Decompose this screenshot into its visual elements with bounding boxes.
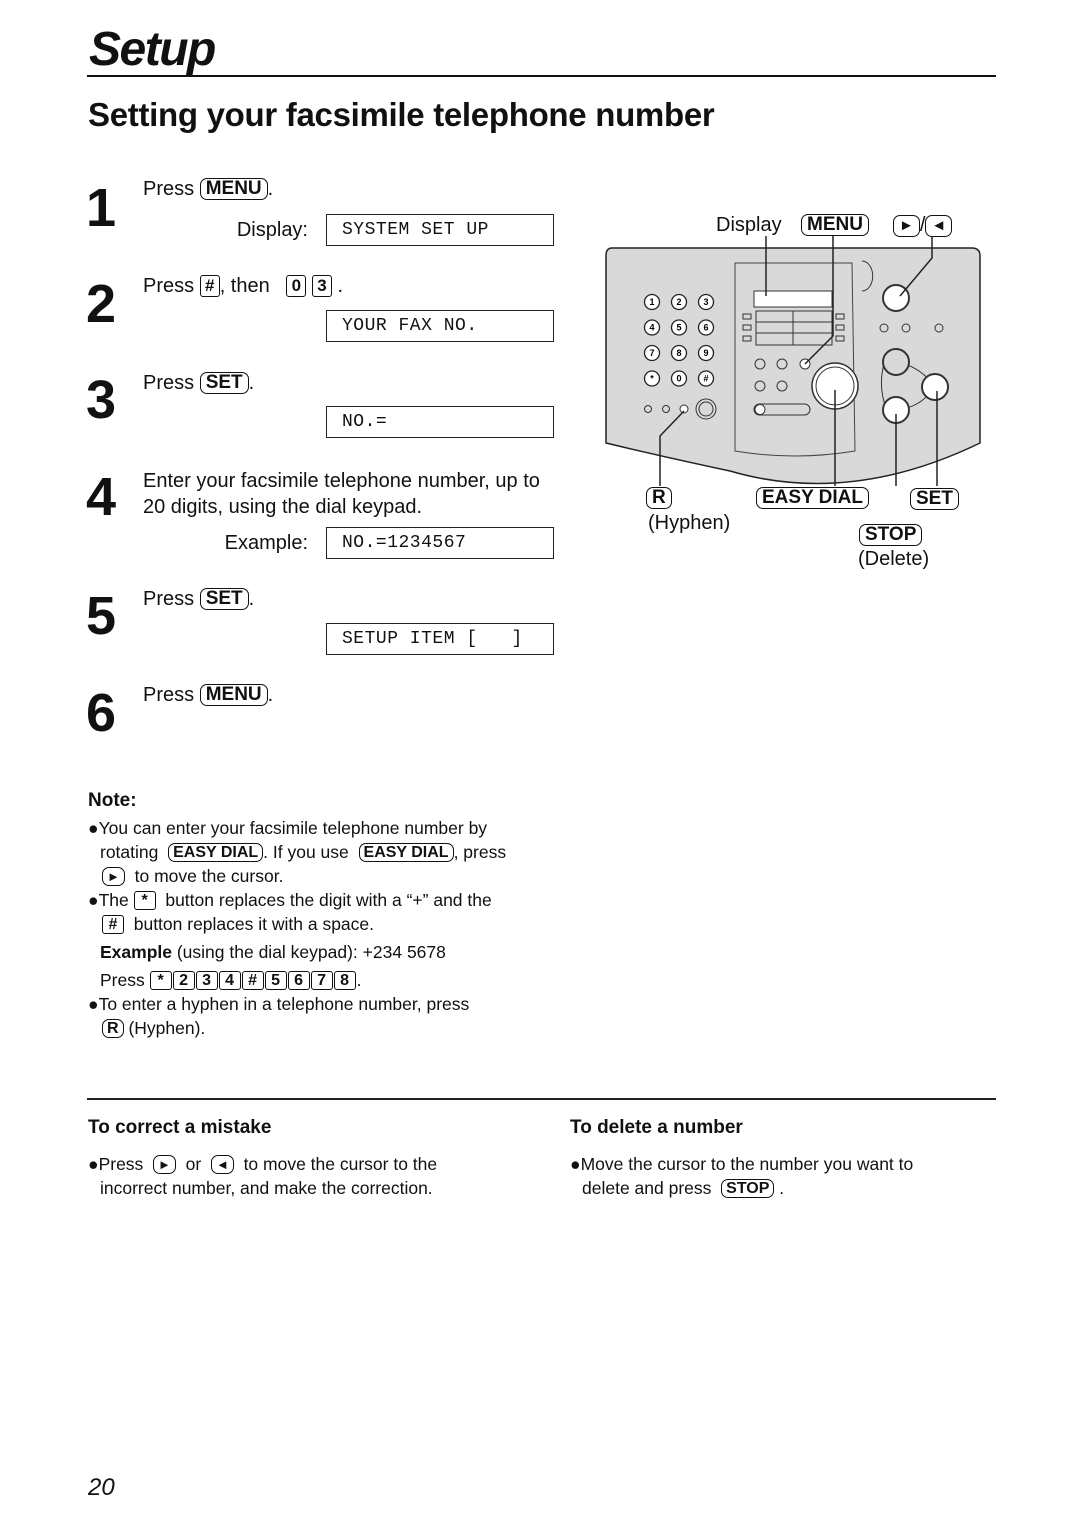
- lcd-display: YOUR FAX NO.: [326, 310, 554, 342]
- correct-mistake-body: ●Press ► or ◄ to move the cursor to the …: [88, 1154, 438, 1198]
- set-key: SET: [910, 488, 959, 510]
- keypad-key-label: 4: [649, 323, 654, 333]
- step-number: 4: [86, 467, 117, 527]
- example-key-8: 8: [333, 971, 356, 990]
- step-instruction: Press SET.: [143, 372, 255, 394]
- example-key-5: 5: [264, 971, 287, 990]
- example-key-sequence: Press * 2 3 4 #5 6 7 8.: [100, 970, 362, 990]
- keypad-key-label: #: [703, 374, 708, 384]
- menu-key: MENU: [801, 214, 869, 236]
- step-number: 5: [86, 586, 117, 646]
- example-key-4: #: [241, 971, 264, 990]
- digit-0-key: 0: [286, 275, 307, 297]
- menu-key: MENU: [199, 684, 268, 706]
- note-bullet: ●The * button replaces the digit with a …: [88, 890, 492, 910]
- star-key: *: [133, 891, 156, 910]
- step-instruction: Press SET.: [143, 588, 255, 610]
- r-key: R: [646, 487, 672, 509]
- example-label: Example:: [224, 532, 308, 554]
- example-key-1: 2: [172, 971, 195, 990]
- easy-dial-key: EASY DIAL: [358, 843, 454, 862]
- stop-key: STOP: [859, 524, 923, 546]
- step-number: 6: [86, 683, 117, 743]
- lcd-display: NO.=: [326, 406, 554, 438]
- example-key-3: 4: [218, 971, 241, 990]
- delete-number-heading: To delete a number: [570, 1117, 743, 1138]
- display-label: Display:: [236, 219, 308, 241]
- left-arrow-key: ◄: [210, 1155, 234, 1174]
- step-instruction: Press MENU.: [143, 178, 274, 200]
- stop-key: STOP: [721, 1179, 775, 1198]
- right-arrow-key: ►: [153, 1155, 176, 1174]
- hash-key: #: [199, 275, 220, 297]
- example-key-6: 6: [287, 971, 310, 990]
- keypad-key-label: 0: [676, 374, 681, 384]
- header-rule: [87, 75, 996, 77]
- keypad-key-label: 2: [676, 297, 681, 307]
- keypad-key-label: 7: [649, 348, 654, 358]
- lcd-display: SETUP ITEM [ ]: [326, 623, 554, 655]
- r-key: R: [102, 1019, 124, 1038]
- keypad-key-label: 8: [676, 348, 681, 358]
- page-title: Setting your facsimile telephone number: [88, 96, 715, 133]
- left-arrow-key: ◄: [925, 215, 953, 237]
- hyphen-label: (Hyphen): [648, 512, 731, 534]
- note-heading: Note:: [88, 790, 137, 811]
- lcd-display: NO.=1234567: [326, 527, 554, 559]
- section-divider: [87, 1098, 996, 1100]
- easy-dial-key: EASY DIAL: [756, 487, 870, 509]
- keypad-key-label: 3: [703, 297, 708, 307]
- keypad-key-label: 1: [649, 297, 654, 307]
- example-key-0: *: [149, 971, 172, 990]
- easy-dial-key: EASY DIAL: [168, 843, 264, 862]
- note-bullet: ●To enter a hyphen in a telephone number…: [88, 994, 470, 1014]
- step-instruction: Press MENU.: [143, 684, 274, 706]
- digit-3-key: 3: [311, 275, 332, 297]
- note-bullet: ●You can enter your facsimile telephone …: [88, 818, 488, 838]
- step-number: 1: [86, 178, 117, 238]
- right-arrow-key: ►: [102, 867, 125, 886]
- set-button-diagram: [921, 373, 949, 401]
- fax-control-panel-diagram: 1 2 3 4 5 6 7 8 9 * 0 #: [605, 236, 981, 486]
- set-key: SET: [199, 372, 249, 394]
- section-title: Setup: [89, 23, 216, 76]
- keypad-key-label: 6: [703, 323, 708, 333]
- display-callout-label: Display: [716, 214, 782, 236]
- one-touch-grid: [755, 310, 833, 346]
- note-body: ●You can enter your facsimile telephone …: [88, 816, 588, 1040]
- hash-key: #: [102, 915, 124, 934]
- menu-key: MENU: [199, 178, 268, 200]
- lcd-display: SYSTEM SET UP: [326, 214, 554, 246]
- page-number: 20: [88, 1474, 115, 1501]
- set-key: SET: [199, 588, 249, 610]
- step-instruction: Enter your facsimile telephone number, u…: [143, 470, 540, 518]
- delete-number-body: ●Move the cursor to the number you want …: [570, 1154, 914, 1198]
- step-number: 3: [86, 370, 117, 430]
- step-instruction: Press #, then 0 3 .: [143, 275, 344, 297]
- keypad-key-label: 9: [703, 348, 708, 358]
- example-key-7: 7: [310, 971, 333, 990]
- keypad-key-label: *: [650, 374, 654, 384]
- delete-label: (Delete): [858, 548, 930, 570]
- correct-mistake-heading: To correct a mistake: [88, 1117, 272, 1138]
- keypad-key-label: 5: [676, 323, 681, 333]
- example-key-2: 3: [195, 971, 218, 990]
- right-arrow-key: ►: [893, 215, 920, 237]
- step-number: 2: [86, 274, 117, 334]
